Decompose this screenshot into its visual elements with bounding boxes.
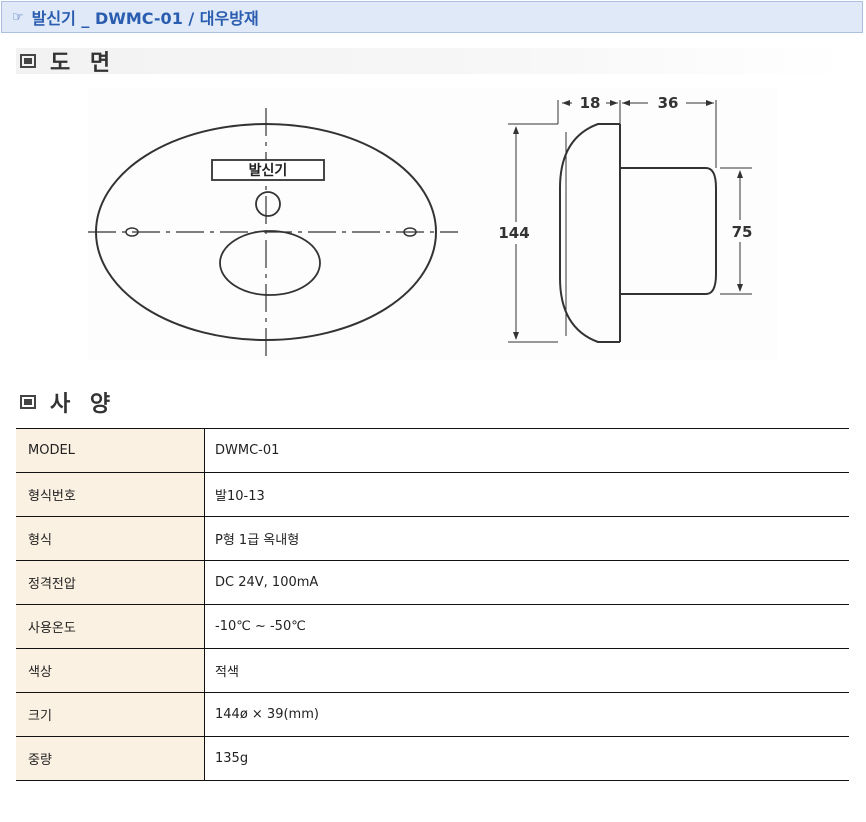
page-title: 발신기 _ DWMC-01 / 대우방재: [31, 9, 259, 28]
spec-key: 중량: [16, 736, 205, 781]
spec-value: 적색: [204, 648, 849, 693]
spec-value: P형 1급 옥내형: [204, 516, 849, 561]
table-row: 정격전압 DC 24V, 100mA: [16, 560, 849, 605]
table-row: 크기 144ø × 39(mm): [16, 692, 849, 737]
technical-drawing: 발신기 18 36 144 75: [88, 88, 778, 360]
spec-key: 색상: [16, 648, 205, 693]
table-row: 형식번호 발10-13: [16, 472, 849, 517]
spec-key: 형식번호: [16, 472, 205, 517]
page-title-bar: ☞ 발신기 _ DWMC-01 / 대우방재: [1, 1, 863, 33]
section-heading-spec: 사 양: [16, 389, 117, 417]
table-row: 사용온도 -10℃ ~ -50℃: [16, 604, 849, 649]
section-heading-drawing: 도 면: [16, 48, 848, 76]
spec-table: MODEL DWMC-01 형식번호 발10-13 형식 P형 1급 옥내형 정…: [16, 428, 849, 781]
spec-key: 사용온도: [16, 604, 205, 649]
table-row: 중량 135g: [16, 736, 849, 781]
spec-key: 크기: [16, 692, 205, 737]
pointing-hand-icon: ☞: [12, 9, 24, 25]
dim-label-18: 18: [580, 94, 601, 112]
dim-label-144: 144: [498, 224, 529, 242]
spec-key: MODEL: [16, 428, 205, 473]
spec-key: 정격전압: [16, 560, 205, 605]
table-row: 색상 적색: [16, 648, 849, 693]
section-heading-spec-label: 사 양: [50, 392, 117, 417]
square-bullet-icon: [20, 54, 36, 68]
table-row: MODEL DWMC-01: [16, 428, 849, 473]
spec-value: DWMC-01: [204, 428, 849, 473]
square-bullet-icon: [20, 395, 36, 409]
spec-value: -10℃ ~ -50℃: [204, 604, 849, 649]
spec-value: 발10-13: [204, 472, 849, 517]
section-heading-drawing-label: 도 면: [50, 51, 117, 76]
front-view-label: 발신기: [249, 162, 288, 179]
table-row: 형식 P형 1급 옥내형: [16, 516, 849, 561]
spec-value: 144ø × 39(mm): [204, 692, 849, 737]
spec-value: 135g: [204, 736, 849, 781]
dim-label-75: 75: [732, 223, 753, 241]
spec-value: DC 24V, 100mA: [204, 560, 849, 605]
dim-label-36: 36: [658, 94, 679, 112]
spec-key: 형식: [16, 516, 205, 561]
